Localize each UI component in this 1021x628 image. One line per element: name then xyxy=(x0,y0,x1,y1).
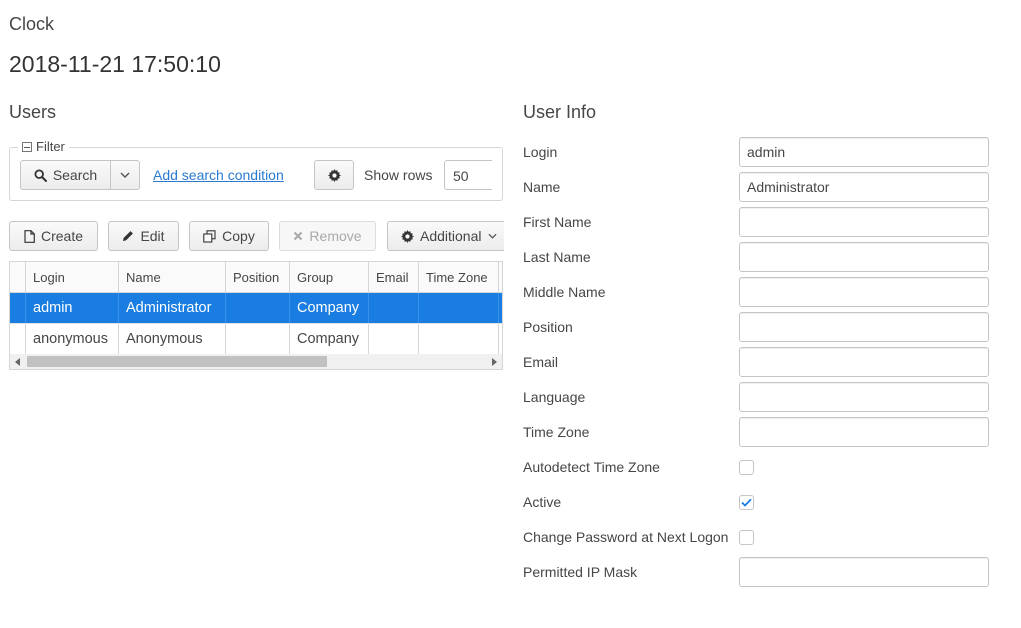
create-button[interactable]: Create xyxy=(9,221,98,251)
pencil-icon xyxy=(123,231,134,241)
middle-name-field[interactable] xyxy=(739,277,989,307)
scroll-left-arrow-icon[interactable] xyxy=(15,358,20,366)
search-button-label: Search xyxy=(52,167,98,183)
row-selector xyxy=(10,324,26,354)
copy-button[interactable]: Copy xyxy=(189,221,269,251)
name-label: Name xyxy=(523,179,561,195)
cell-name: Anonymous xyxy=(119,324,226,354)
close-icon xyxy=(294,231,303,241)
scroll-thumb[interactable] xyxy=(27,356,327,367)
add-search-condition-link[interactable]: Add search condition xyxy=(153,167,284,183)
filter-legend-label: Filter xyxy=(36,139,65,154)
autodetect-time-zone-checkbox[interactable] xyxy=(739,460,754,475)
clock-value: 2018-11-21 17:50:10 xyxy=(9,51,221,77)
change-password-checkbox[interactable] xyxy=(739,530,754,545)
table-row[interactable]: anonymous Anonymous Company xyxy=(10,324,502,355)
scroll-right-arrow-icon[interactable] xyxy=(492,358,497,366)
column-header-overflow xyxy=(499,262,502,292)
time-zone-label: Time Zone xyxy=(523,424,590,440)
cell-email xyxy=(369,324,419,354)
show-rows-select[interactable]: 50 xyxy=(444,160,492,190)
row-selector xyxy=(10,293,26,323)
row-selector-header xyxy=(10,262,26,292)
last-name-field[interactable] xyxy=(739,242,989,272)
cell-group: Company xyxy=(290,293,369,323)
create-button-label: Create xyxy=(40,228,84,244)
cell-login: admin xyxy=(26,293,119,323)
active-checkbox[interactable] xyxy=(739,495,754,510)
copy-icon xyxy=(203,229,216,243)
additional-button-label: Additional xyxy=(420,228,482,244)
clock-caption: Clock xyxy=(9,14,55,34)
cell-time-zone xyxy=(419,293,499,323)
horizontal-scrollbar[interactable] xyxy=(10,354,502,369)
column-header-login[interactable]: Login xyxy=(26,262,119,292)
gear-icon xyxy=(327,168,341,182)
filter-settings-button[interactable] xyxy=(314,160,354,190)
change-password-label: Change Password at Next Logon xyxy=(523,529,729,545)
column-header-name[interactable]: Name xyxy=(119,262,226,292)
login-field[interactable]: admin xyxy=(739,137,989,167)
column-header-position[interactable]: Position xyxy=(226,262,290,292)
search-dropdown-button[interactable] xyxy=(110,160,140,190)
time-zone-field[interactable] xyxy=(739,417,989,447)
position-field[interactable] xyxy=(739,312,989,342)
cell-login: anonymous xyxy=(26,324,119,354)
login-label: Login xyxy=(523,144,558,160)
gear-icon xyxy=(401,229,414,243)
middle-name-label: Middle Name xyxy=(523,284,606,300)
language-label: Language xyxy=(523,389,586,405)
cell-position xyxy=(226,324,290,354)
email-field[interactable] xyxy=(739,347,989,377)
edit-button[interactable]: Edit xyxy=(108,221,179,251)
column-header-group[interactable]: Group xyxy=(290,262,369,292)
show-rows-label: Show rows xyxy=(364,167,433,183)
position-label: Position xyxy=(523,319,573,335)
users-table: Login Name Position Group Email Time Zon… xyxy=(9,261,503,370)
cell-group: Company xyxy=(290,324,369,354)
cell-position xyxy=(226,293,290,323)
chevron-down-icon xyxy=(487,233,497,239)
user-info-title: User Info xyxy=(523,102,597,122)
first-name-label: First Name xyxy=(523,214,592,230)
file-icon xyxy=(24,229,35,243)
search-icon xyxy=(34,168,47,182)
table-row[interactable]: admin Administrator Company xyxy=(10,293,502,324)
email-label: Email xyxy=(523,354,559,370)
table-header: Login Name Position Group Email Time Zon… xyxy=(10,262,502,293)
remove-button-label: Remove xyxy=(309,228,362,244)
first-name-field[interactable] xyxy=(739,207,989,237)
name-field[interactable]: Administrator xyxy=(739,172,989,202)
collapse-icon[interactable] xyxy=(22,141,32,152)
edit-button-label: Edit xyxy=(140,228,165,244)
cell-name: Administrator xyxy=(119,293,226,323)
last-name-label: Last Name xyxy=(523,249,591,265)
checkmark-icon xyxy=(741,498,752,507)
active-label: Active xyxy=(523,494,562,510)
additional-button[interactable]: Additional xyxy=(387,221,504,251)
filter-legend[interactable]: Filter xyxy=(18,139,69,154)
search-button[interactable]: Search xyxy=(20,160,111,190)
copy-button-label: Copy xyxy=(222,228,255,244)
permitted-ip-mask-label: Permitted IP Mask xyxy=(523,564,638,580)
remove-button[interactable]: Remove xyxy=(279,221,376,251)
column-header-email[interactable]: Email xyxy=(369,262,419,292)
chevron-down-icon xyxy=(120,172,130,178)
column-header-time-zone[interactable]: Time Zone xyxy=(419,262,499,292)
autodetect-time-zone-label: Autodetect Time Zone xyxy=(523,459,660,475)
cell-email xyxy=(369,293,419,323)
users-title: Users xyxy=(9,102,57,122)
language-field[interactable] xyxy=(739,382,989,412)
cell-time-zone xyxy=(419,324,499,354)
permitted-ip-mask-field[interactable] xyxy=(739,557,989,587)
